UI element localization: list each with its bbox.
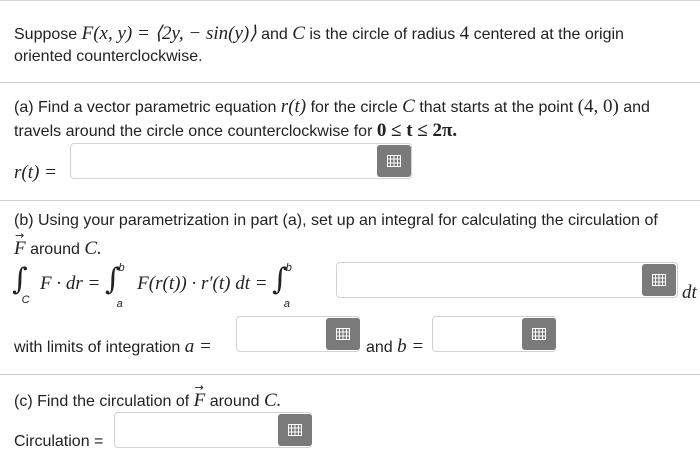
keyboard-grid-icon — [336, 328, 350, 340]
keyboard-button-a[interactable] — [377, 145, 411, 177]
part-c-prompt: (c) Find the circulation of F → around C. — [14, 381, 282, 411]
keyboard-grid-icon — [288, 424, 302, 436]
keyboard-grid-icon — [652, 274, 666, 286]
keyboard-grid-icon — [387, 155, 401, 167]
keyboard-button-b-integrand[interactable] — [642, 264, 676, 296]
circulation-label: Circulation = — [14, 433, 104, 450]
upper-limit-label: and b = — [366, 336, 425, 357]
part-a-prompt-line1: (a) Find a vector parametric equation r(… — [14, 96, 650, 117]
keyboard-button-c[interactable] — [278, 414, 312, 446]
dt-label: dt — [682, 282, 697, 303]
problem-statement-line2: oriented counterclockwise. — [14, 48, 203, 65]
r-t-input[interactable] — [70, 143, 412, 179]
limits-label: with limits of integration a = — [14, 336, 212, 357]
part-a-prompt-line2: travels around the circle once countercl… — [14, 120, 458, 141]
integrand-input[interactable] — [336, 262, 678, 298]
divider — [0, 200, 700, 201]
circulation-integral-expression: ∫C F · dr = ∫ba F(r(t)) · r′(t) dt = ∫ba — [12, 261, 292, 311]
part-a-label: r(t) = — [14, 162, 57, 183]
part-b-prompt-line1: (b) Using your parametrization in part (… — [14, 212, 658, 229]
top-border — [0, 0, 700, 1]
keyboard-grid-icon — [532, 328, 546, 340]
part-b-prompt-line2: F → around C. — [14, 229, 102, 259]
divider — [0, 374, 700, 375]
vector-field-expression: F(x, y) = ⟨2y, − sin(y)⟩ — [81, 23, 257, 44]
divider — [0, 82, 700, 83]
keyboard-button-b-limit[interactable] — [522, 318, 556, 350]
keyboard-button-a-limit[interactable] — [326, 318, 360, 350]
problem-statement-line1: Suppose F(x, y) = ⟨2y, − sin(y)⟩ and C i… — [14, 23, 624, 44]
